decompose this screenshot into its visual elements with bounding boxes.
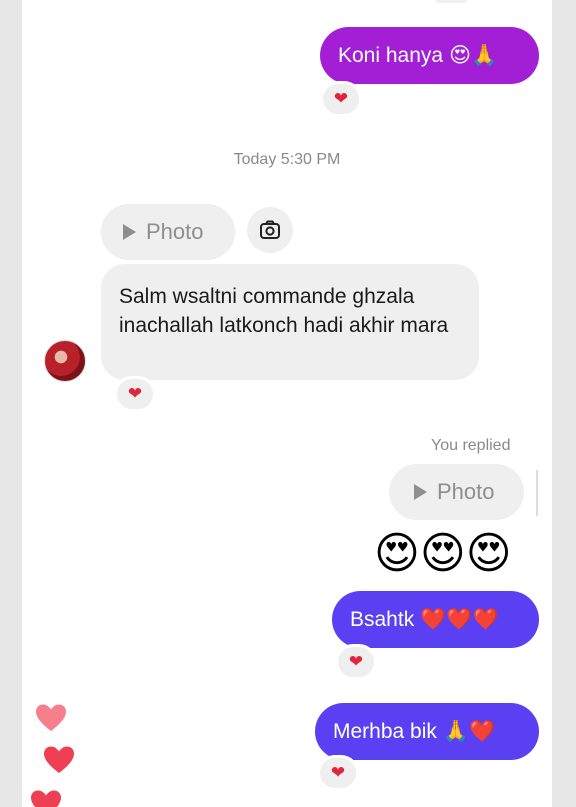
floating-heart-icon — [43, 745, 75, 775]
heart-reaction[interactable]: ❤ — [335, 644, 377, 680]
incoming-message[interactable]: Salm wsaltni commande ghzala inachallah … — [101, 264, 479, 380]
replied-photo-attachment[interactable]: Photo — [389, 464, 524, 520]
reaction-pill-partial — [432, 0, 470, 6]
camera-icon — [260, 220, 280, 239]
emoji-text: 😍😍😍 — [374, 529, 512, 578]
photo-label: Photo — [437, 479, 495, 504]
heart-icon: ❤ — [348, 652, 364, 671]
play-icon — [414, 484, 427, 500]
heart-reaction[interactable]: ❤ — [317, 755, 359, 791]
message-text: Merhba bik — [333, 719, 437, 743]
floating-heart-icon — [35, 703, 67, 733]
message-emoji: 😍🙏 — [449, 44, 498, 67]
heart-icon: ❤ — [330, 763, 346, 782]
play-icon — [123, 224, 136, 240]
photo-attachment[interactable]: Photo — [101, 204, 235, 260]
message-text: Koni hanya — [338, 43, 444, 67]
heart-reaction[interactable]: ❤ — [114, 376, 156, 412]
heart-reaction[interactable]: ❤ — [320, 81, 362, 117]
outgoing-message-merhba-bik[interactable]: Merhba bik 🙏❤️ — [315, 703, 539, 760]
message-emoji: ❤️❤️❤️ — [420, 607, 499, 631]
message-text: Salm wsaltni commande ghzala inachallah … — [119, 285, 449, 337]
you-replied-label: You replied — [431, 437, 511, 454]
floating-heart-icon — [30, 789, 62, 807]
heart-icon: ❤ — [333, 89, 349, 108]
outgoing-message-koni-hanya[interactable]: Koni hanya 😍🙏 — [320, 27, 539, 84]
camera-button[interactable] — [247, 207, 293, 253]
outgoing-message-bsahtk[interactable]: Bsahtk ❤️❤️❤️ — [332, 591, 539, 648]
heart-icon: ❤ — [127, 384, 143, 403]
chat-thread: Koni hanya 😍🙏 ❤ Today 5:30 PM Photo Salm… — [22, 0, 552, 807]
avatar[interactable] — [44, 340, 86, 382]
message-text: Bsahtk — [350, 607, 415, 631]
emoji-message[interactable]: 😍😍😍 — [374, 527, 512, 581]
message-emoji: 🙏❤️ — [442, 719, 496, 743]
reply-indicator-bar — [536, 470, 538, 516]
timestamp: Today 5:30 PM — [233, 151, 341, 168]
photo-label: Photo — [146, 219, 204, 244]
